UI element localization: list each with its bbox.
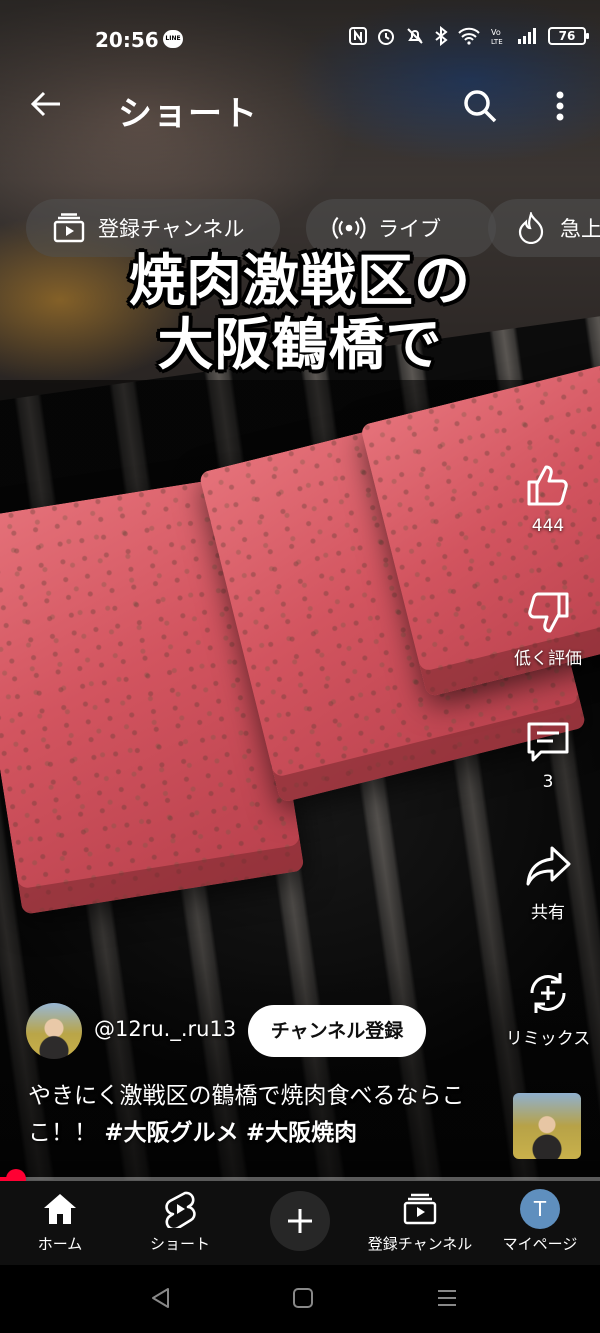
svg-text:LTE: LTE (491, 38, 503, 46)
more-vert-icon (556, 91, 564, 121)
chip-trending[interactable]: 急上 (488, 199, 600, 257)
nav-subscriptions[interactable]: 登録チャンネル (360, 1189, 480, 1254)
system-navigation (0, 1265, 600, 1333)
search-button[interactable] (460, 86, 500, 126)
like-button[interactable]: 444 (496, 460, 600, 536)
mute-icon (407, 28, 423, 44)
remix-button[interactable]: リミックス (496, 968, 600, 1049)
page-title: ショート (118, 94, 258, 134)
hashtag-link[interactable]: #大阪焼肉 (246, 1120, 357, 1146)
nfc-icon (349, 27, 367, 45)
live-icon (332, 213, 366, 243)
subscriptions-icon (400, 1189, 440, 1229)
hashtag-link[interactable]: #大阪グルメ (104, 1120, 238, 1146)
volte-icon: VoLTE (491, 28, 503, 46)
nav-home-label: ホーム (37, 1235, 83, 1253)
like-count: 444 (531, 516, 565, 536)
app-header: ショート (0, 78, 600, 138)
svg-text:Vo: Vo (491, 28, 501, 37)
system-home-button[interactable] (283, 1283, 323, 1313)
system-back-button[interactable] (140, 1283, 180, 1313)
shorts-icon (160, 1189, 200, 1229)
caption-line: 大阪鶴橋で (157, 313, 443, 378)
share-button[interactable]: 共有 (496, 842, 600, 923)
search-icon (464, 90, 497, 123)
comments-button[interactable]: 3 (496, 716, 600, 792)
video-description[interactable]: やきにく激戦区の鶴橋で焼肉食べるならここ！！ #大阪グルメ #大阪焼肉 (28, 1078, 498, 1152)
channel-name[interactable]: @12ru._.ru13 (94, 1017, 236, 1041)
nav-shorts-label: ショート (149, 1235, 210, 1253)
caption-line: 焼肉激戦区の (129, 249, 471, 314)
back-arrow-icon (30, 91, 60, 117)
more-options-button[interactable] (545, 86, 575, 126)
channel-avatar[interactable] (26, 1003, 82, 1059)
plus-icon (288, 1209, 312, 1233)
back-button[interactable] (24, 86, 68, 130)
nav-home[interactable]: ホーム (0, 1189, 120, 1254)
trending-icon (514, 212, 548, 244)
home-icon (40, 1189, 80, 1229)
battery-icon: 76 (548, 27, 589, 45)
share-icon (523, 842, 573, 892)
status-bar: 20:56 LINE Vo LTE 76 (0, 22, 600, 58)
share-label: 共有 (531, 903, 565, 923)
nav-shorts[interactable]: ショート (120, 1189, 240, 1254)
comment-icon (523, 716, 573, 766)
status-icons: Vo LTE 76 (349, 26, 589, 46)
wifi-icon (458, 27, 480, 45)
remix-label: リミックス (505, 1029, 591, 1049)
chip-live-label: ライブ (378, 217, 441, 241)
comment-count: 3 (542, 772, 554, 792)
remix-icon (523, 968, 573, 1018)
channel-row: @12ru._.ru13 チャンネル登録 (26, 1003, 446, 1061)
status-time: 20:56 (95, 28, 159, 52)
nav-my-page[interactable]: T マイページ (480, 1189, 600, 1254)
create-button[interactable] (270, 1191, 330, 1251)
chip-subscriptions-label: 登録チャンネル (98, 217, 245, 241)
video-caption: 焼肉激戦区の 大阪鶴橋で (0, 250, 600, 378)
signal-icon (518, 28, 536, 44)
system-recents-button[interactable] (427, 1283, 467, 1313)
alarm-icon (378, 29, 394, 45)
square-home-icon (293, 1288, 313, 1308)
chip-trending-label: 急上 (560, 217, 600, 241)
bluetooth-icon (435, 26, 448, 46)
triangle-back-icon (152, 1288, 169, 1308)
nav-my-page-label: マイページ (502, 1235, 578, 1253)
thumbs-up-icon (523, 460, 573, 510)
line-app-icon: LINE (163, 30, 183, 48)
user-avatar: T (520, 1189, 560, 1229)
dislike-label: 低く評価 (514, 649, 582, 669)
bottom-navigation: ホーム ショート 登録チャンネル T マイページ (0, 1181, 600, 1265)
thumbs-down-icon (523, 588, 573, 638)
dislike-button[interactable]: 低く評価 (496, 588, 600, 669)
menu-lines-icon (438, 1290, 456, 1306)
subscriptions-icon (52, 213, 86, 243)
nav-subscriptions-label: 登録チャンネル (367, 1235, 473, 1253)
remix-source-thumbnail[interactable] (513, 1093, 581, 1159)
subscribe-button[interactable]: チャンネル登録 (248, 1005, 426, 1057)
